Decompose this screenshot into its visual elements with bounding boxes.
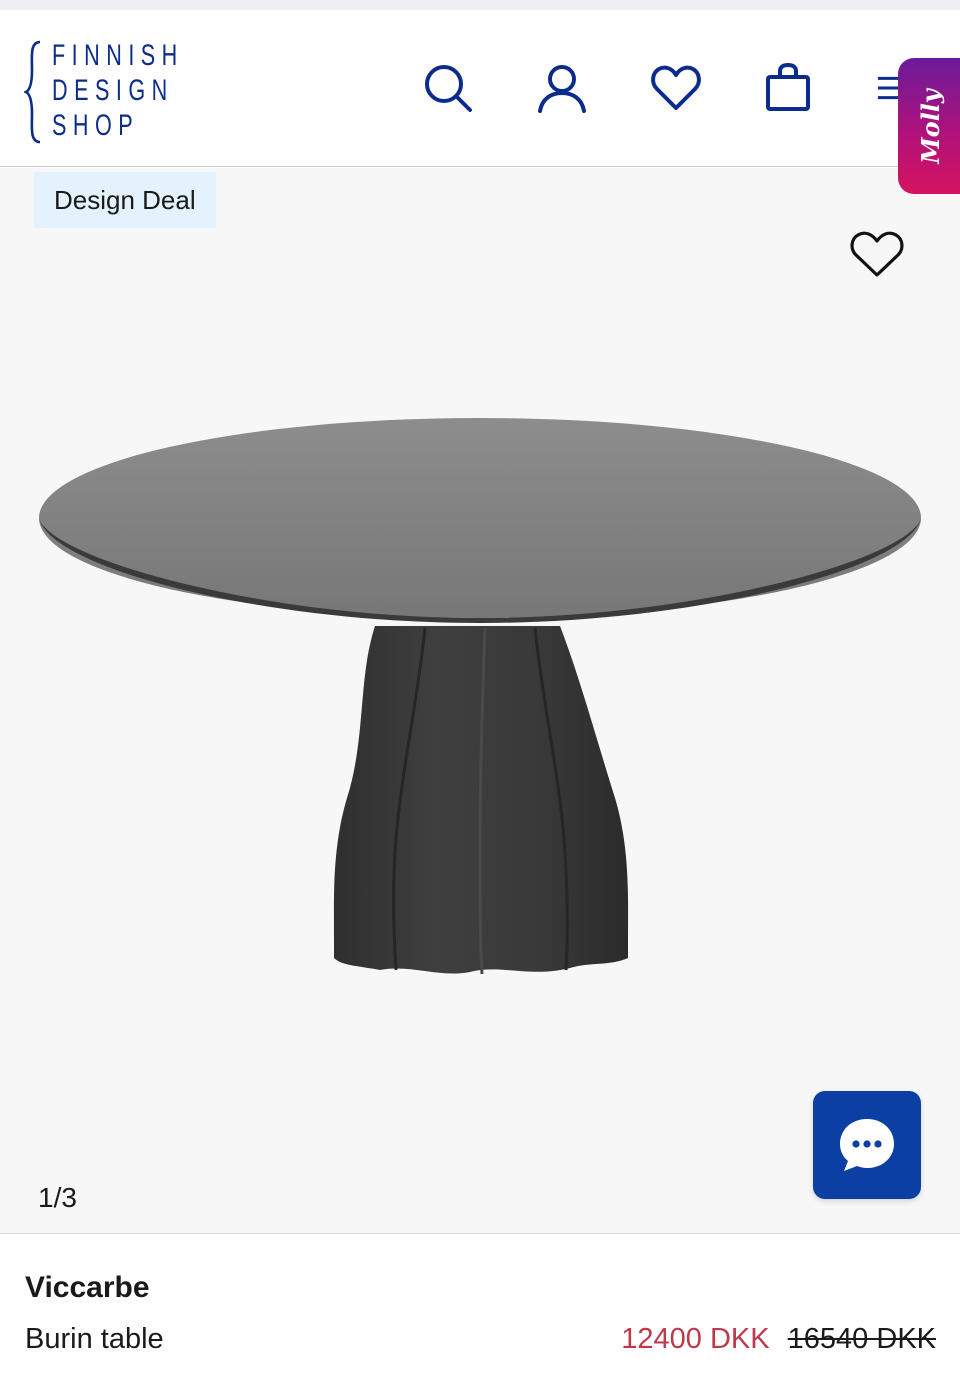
shopping-bag-icon bbox=[766, 62, 810, 111]
gallery-counter: 1/3 bbox=[38, 1182, 77, 1213]
chat-button[interactable] bbox=[813, 1091, 921, 1199]
price-block: 12400 DKK 16540 DKK bbox=[621, 1323, 936, 1356]
heart-icon bbox=[651, 65, 701, 110]
site-header: FINNISH DESIGN SHOP bbox=[0, 10, 960, 167]
product-name[interactable]: Burin table bbox=[25, 1323, 164, 1356]
wishlist-button[interactable] bbox=[646, 58, 706, 118]
heart-outline-icon bbox=[850, 231, 904, 277]
account-button[interactable] bbox=[532, 58, 592, 118]
finnish-design-shop-logo[interactable]: FINNISH DESIGN SHOP bbox=[24, 38, 204, 150]
logo-line-2: DESIGN bbox=[52, 74, 174, 107]
cart-button[interactable] bbox=[758, 58, 818, 118]
search-button[interactable] bbox=[418, 58, 478, 118]
account-icon bbox=[538, 65, 586, 113]
badge-label: Design Deal bbox=[54, 184, 196, 215]
original-price: 16540 DKK bbox=[787, 1323, 936, 1355]
product-gallery[interactable]: Design Deal 1/3 bbox=[0, 168, 960, 1234]
chat-bubble-icon bbox=[840, 1119, 894, 1171]
logo-brace-icon bbox=[24, 40, 41, 144]
logo-line-1: FINNISH bbox=[52, 39, 184, 72]
add-to-wishlist-button[interactable] bbox=[846, 226, 908, 282]
design-deal-badge: Design Deal bbox=[34, 172, 216, 228]
sale-price: 12400 DKK bbox=[621, 1323, 770, 1355]
logo-line-3: SHOP bbox=[52, 109, 140, 142]
search-icon bbox=[425, 65, 472, 112]
burin-table-image[interactable] bbox=[30, 418, 930, 1018]
molly-assistant-tab[interactable]: Molly bbox=[898, 58, 960, 194]
status-strip bbox=[0, 0, 960, 10]
logo-wordmark: FINNISH DESIGN SHOP bbox=[52, 38, 184, 143]
product-info[interactable]: Viccarbe Burin table 12400 DKK 16540 DKK bbox=[0, 1235, 960, 1389]
molly-label: Molly bbox=[915, 88, 945, 164]
product-brand[interactable]: Viccarbe bbox=[25, 1271, 150, 1305]
